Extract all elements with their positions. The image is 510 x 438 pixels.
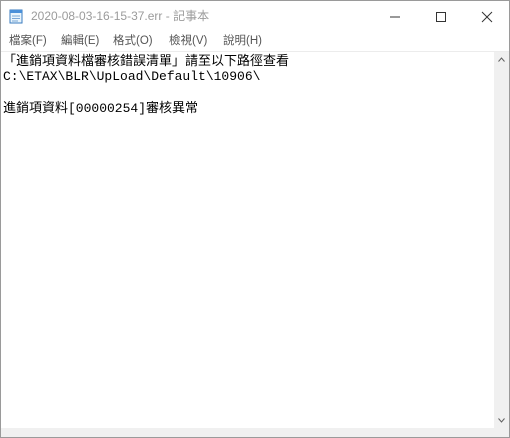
minimize-button[interactable]: [372, 1, 418, 31]
status-bar: [1, 428, 509, 437]
editor-line: 進銷項資料[00000254]審核異常: [3, 101, 199, 116]
menu-edit[interactable]: 編輯(E): [61, 33, 99, 49]
notepad-icon: [9, 8, 23, 24]
vertical-scrollbar[interactable]: [494, 52, 509, 428]
notepad-window: 2020-08-03-16-15-37.err - 記事本 檔案(F) 編輯(E…: [0, 0, 510, 438]
scroll-down-button[interactable]: [494, 413, 509, 428]
menu-format[interactable]: 格式(O): [113, 33, 153, 49]
window-title: 2020-08-03-16-15-37.err - 記事本: [31, 9, 210, 23]
menu-bar: 檔案(F) 編輯(E) 格式(O) 檢視(V) 說明(H): [1, 31, 509, 52]
close-button[interactable]: [464, 1, 509, 31]
editor-line: 「進銷項資料檔審核錯誤清單」請至以下路徑查看: [3, 54, 290, 69]
close-icon: [481, 11, 493, 23]
menu-help[interactable]: 說明(H): [223, 33, 262, 49]
chevron-up-icon: [498, 57, 505, 62]
scroll-up-button[interactable]: [494, 52, 509, 67]
editor-line: C:\ETAX\BLR\UpLoad\Default\10906\: [3, 69, 261, 84]
maximize-button[interactable]: [418, 1, 464, 31]
menu-view[interactable]: 檢視(V): [169, 33, 207, 49]
title-bar[interactable]: 2020-08-03-16-15-37.err - 記事本: [1, 1, 509, 31]
menu-file[interactable]: 檔案(F): [9, 33, 47, 49]
chevron-down-icon: [498, 418, 505, 423]
maximize-icon: [436, 12, 446, 22]
minimize-icon: [390, 16, 400, 18]
text-editor[interactable]: 「進銷項資料檔審核錯誤清單」請至以下路徑查看 C:\ETAX\BLR\UpLoa…: [1, 52, 494, 428]
